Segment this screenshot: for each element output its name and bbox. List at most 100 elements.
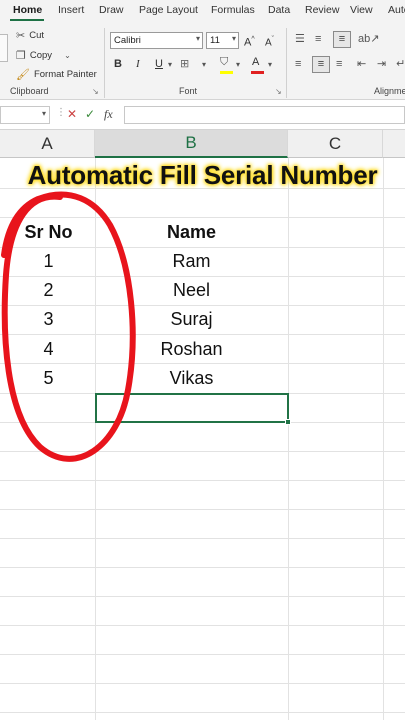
- table-cell-name[interactable]: Ram: [95, 247, 288, 276]
- clipboard-group-label: Clipboard: [10, 86, 49, 96]
- increase-indent-icon[interactable]: ⇥: [377, 57, 386, 71]
- copy-dropdown-chevron-icon[interactable]: ⌄: [64, 51, 71, 60]
- table-cell-sr-no[interactable]: 4: [0, 335, 97, 364]
- ribbon: ✂ Cut ❐ Copy ⌄ 🖌 Format Painter Clipboar…: [0, 22, 405, 100]
- column-header-a[interactable]: A: [0, 130, 95, 158]
- orientation-icon[interactable]: ab↗: [358, 32, 379, 46]
- gridline: [288, 158, 289, 720]
- format-painter-label: Format Painter: [33, 69, 97, 80]
- clipboard-launcher-icon[interactable]: ↘: [92, 87, 99, 96]
- font-color-button[interactable]: A: [252, 55, 259, 69]
- font-color-swatch: [251, 71, 264, 74]
- decrease-font-size-button[interactable]: Aˇ: [265, 33, 274, 50]
- banner-title: Automatic Fill Serial Number: [27, 160, 378, 190]
- gridline: [0, 538, 405, 539]
- font-family-dropdown[interactable]: Calibri ▾: [110, 32, 203, 49]
- confirm-entry-icon[interactable]: ✓: [85, 107, 95, 121]
- gridline: [0, 451, 405, 452]
- chevron-down-icon: ▾: [231, 34, 236, 43]
- align-right-icon[interactable]: ≡: [336, 57, 342, 71]
- gridline: [0, 683, 405, 684]
- tab-draw[interactable]: Draw: [99, 4, 124, 16]
- alignment-group-label: Alignme: [374, 86, 405, 96]
- table-cell-name[interactable]: Vikas: [95, 364, 288, 393]
- tab-page-layout[interactable]: Page Layout: [139, 4, 198, 16]
- underline-chevron-icon[interactable]: ▾: [168, 58, 172, 72]
- copy-icon: ❐: [16, 50, 26, 62]
- chevron-down-icon: ▾: [41, 109, 46, 118]
- table-cell-sr-no[interactable]: 1: [0, 247, 97, 276]
- tab-home[interactable]: Home: [13, 4, 42, 16]
- column-header-b[interactable]: B: [95, 130, 288, 158]
- scissors-icon: ✂: [16, 30, 26, 42]
- wrap-text-icon[interactable]: ↵: [396, 57, 405, 71]
- gridline: [383, 158, 384, 720]
- table-cell-sr-no[interactable]: 3: [0, 305, 97, 334]
- table-cell-sr-no[interactable]: 2: [0, 276, 97, 305]
- shrink-font-icon: A: [265, 37, 272, 49]
- italic-button[interactable]: I: [136, 57, 140, 71]
- fill-chevron-icon[interactable]: ▾: [236, 58, 240, 72]
- group-separator: [286, 28, 287, 98]
- underline-button[interactable]: U: [155, 57, 163, 71]
- font-launcher-icon[interactable]: ↘: [275, 87, 282, 96]
- font-group-label: Font: [179, 86, 198, 96]
- name-box[interactable]: ▾: [0, 106, 50, 124]
- gridline: [0, 480, 405, 481]
- header-cell-sr-no[interactable]: Sr No: [0, 218, 97, 247]
- gridline: [0, 654, 405, 655]
- gridline: [0, 596, 405, 597]
- table-cell-name[interactable]: Suraj: [95, 305, 288, 334]
- table-cell-name[interactable]: Neel: [95, 276, 288, 305]
- column-header-c[interactable]: C: [288, 130, 383, 158]
- ribbon-tab-bar: Home Insert Draw Page Layout Formulas Da…: [0, 0, 405, 22]
- align-bottom-icon[interactable]: ≡: [333, 31, 351, 48]
- font-color-letter: A: [252, 56, 260, 68]
- align-middle-icon[interactable]: ≡: [315, 32, 321, 46]
- align-top-icon[interactable]: ☰: [295, 32, 305, 46]
- copy-button[interactable]: ❐ Copy ⌄: [16, 49, 71, 62]
- format-painter-button[interactable]: 🖌 Format Painter: [16, 68, 97, 81]
- align-center-icon[interactable]: ≡: [312, 56, 330, 73]
- more-options-icon[interactable]: ⋮: [56, 107, 66, 118]
- fill-handle[interactable]: [285, 419, 291, 425]
- paste-button[interactable]: [0, 34, 8, 62]
- borders-icon[interactable]: ⊞: [180, 57, 189, 71]
- tab-insert[interactable]: Insert: [58, 4, 84, 16]
- active-cell-selection[interactable]: [95, 393, 289, 423]
- chevron-down-icon: ▾: [195, 34, 200, 43]
- column-header-d[interactable]: [383, 130, 405, 158]
- cut-label: Cut: [29, 30, 45, 41]
- cancel-entry-icon[interactable]: ✕: [67, 107, 77, 121]
- tab-review[interactable]: Review: [305, 4, 339, 16]
- increase-font-size-button[interactable]: A^: [244, 33, 255, 50]
- gridline: [0, 567, 405, 568]
- fill-color-swatch: [220, 71, 233, 74]
- font-size-value: 11: [210, 35, 220, 46]
- insert-function-icon[interactable]: fx: [104, 107, 113, 122]
- tab-data[interactable]: Data: [268, 4, 290, 16]
- formula-bar: ▾ ⋮ ✕ ✓ fx: [0, 100, 405, 130]
- spreadsheet-grid: A B C Automatic Fill Serial Number Sr No…: [0, 130, 405, 720]
- font-family-value: Calibri: [114, 35, 141, 46]
- gridline: [0, 509, 405, 510]
- header-cell-name[interactable]: Name: [95, 218, 288, 247]
- tab-automate[interactable]: Auto: [388, 4, 405, 16]
- tab-view[interactable]: View: [350, 4, 373, 16]
- fill-color-button[interactable]: ⛉: [220, 55, 228, 69]
- borders-chevron-icon[interactable]: ▾: [202, 58, 206, 72]
- decrease-indent-icon[interactable]: ⇤: [357, 57, 366, 71]
- group-separator: [104, 28, 105, 98]
- bold-button[interactable]: B: [114, 57, 122, 71]
- font-size-dropdown[interactable]: 11 ▾: [206, 32, 239, 49]
- cut-button[interactable]: ✂ Cut: [16, 29, 44, 42]
- gridline: [0, 712, 405, 713]
- paintbrush-icon: 🖌: [16, 69, 30, 81]
- table-cell-name[interactable]: Roshan: [95, 335, 288, 364]
- formula-input[interactable]: [124, 106, 405, 124]
- tab-formulas[interactable]: Formulas: [211, 4, 255, 16]
- active-tab-indicator: [10, 19, 44, 21]
- font-color-chevron-icon[interactable]: ▾: [268, 58, 272, 72]
- table-cell-sr-no[interactable]: 5: [0, 364, 97, 393]
- align-left-icon[interactable]: ≡: [295, 57, 301, 71]
